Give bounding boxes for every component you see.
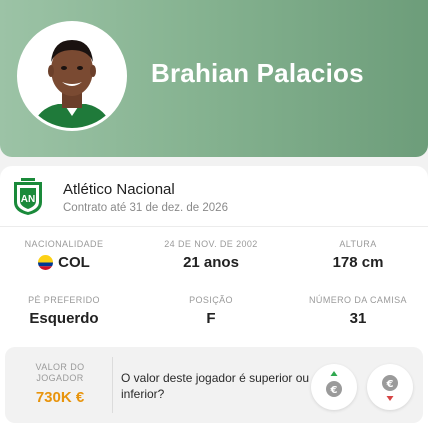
player-name: Brahian Palacios: [151, 58, 364, 88]
divider: [0, 226, 428, 227]
stat-height: ALTURA 178 cm: [288, 239, 428, 271]
euro-down-icon: €: [382, 375, 398, 401]
nationality-code: COL: [58, 254, 90, 271]
divider: [112, 357, 113, 413]
market-value-amount: 730K €: [35, 389, 85, 406]
stat-value: Esquerdo: [29, 310, 99, 327]
stat-label: NÚMERO DA CAMISA: [309, 295, 407, 305]
stat-label: PÉ PREFERIDO: [28, 295, 100, 305]
club-logo-icon[interactable]: AN: [12, 178, 44, 216]
stat-nationality: NACIONALIDADE COL: [0, 239, 134, 271]
svg-text:€: €: [386, 379, 394, 390]
svg-text:AN: AN: [21, 194, 35, 205]
vote-lower-button[interactable]: €: [367, 364, 413, 410]
player-photo: [20, 24, 124, 128]
euro-up-icon: €: [326, 371, 342, 397]
stat-label: ALTURA: [339, 239, 377, 249]
market-value-label: VALOR DO JOGADOR: [35, 362, 85, 383]
stat-value: 178 cm: [332, 254, 384, 271]
club-name[interactable]: Atlético Nacional: [63, 181, 175, 198]
vote-higher-button[interactable]: €: [311, 364, 357, 410]
stat-value: 21 anos: [183, 254, 239, 271]
stat-foot: PÉ PREFERIDO Esquerdo: [0, 295, 134, 327]
stat-position: POSIÇÃO F: [141, 295, 281, 327]
stat-birth: 24 DE NOV. DE 2002 21 anos: [141, 239, 281, 271]
stat-label: 24 DE NOV. DE 2002: [164, 239, 258, 249]
market-value-question: O valor deste jogador é superior ou infe…: [121, 371, 310, 401]
stat-value: COL: [0, 254, 134, 271]
contract-info: Contrato até 31 de dez. de 2026: [63, 202, 228, 214]
stat-label: POSIÇÃO: [189, 295, 233, 305]
stat-value: 31: [349, 310, 367, 327]
stat-value: F: [206, 310, 216, 327]
colombia-flag-icon: [38, 255, 54, 270]
stat-label: NACIONALIDADE: [24, 239, 104, 249]
stat-shirt-number: NÚMERO DA CAMISA 31: [288, 295, 428, 327]
svg-text:€: €: [330, 385, 338, 396]
player-header: Brahian Palacios: [0, 0, 428, 157]
player-avatar: [17, 21, 127, 131]
